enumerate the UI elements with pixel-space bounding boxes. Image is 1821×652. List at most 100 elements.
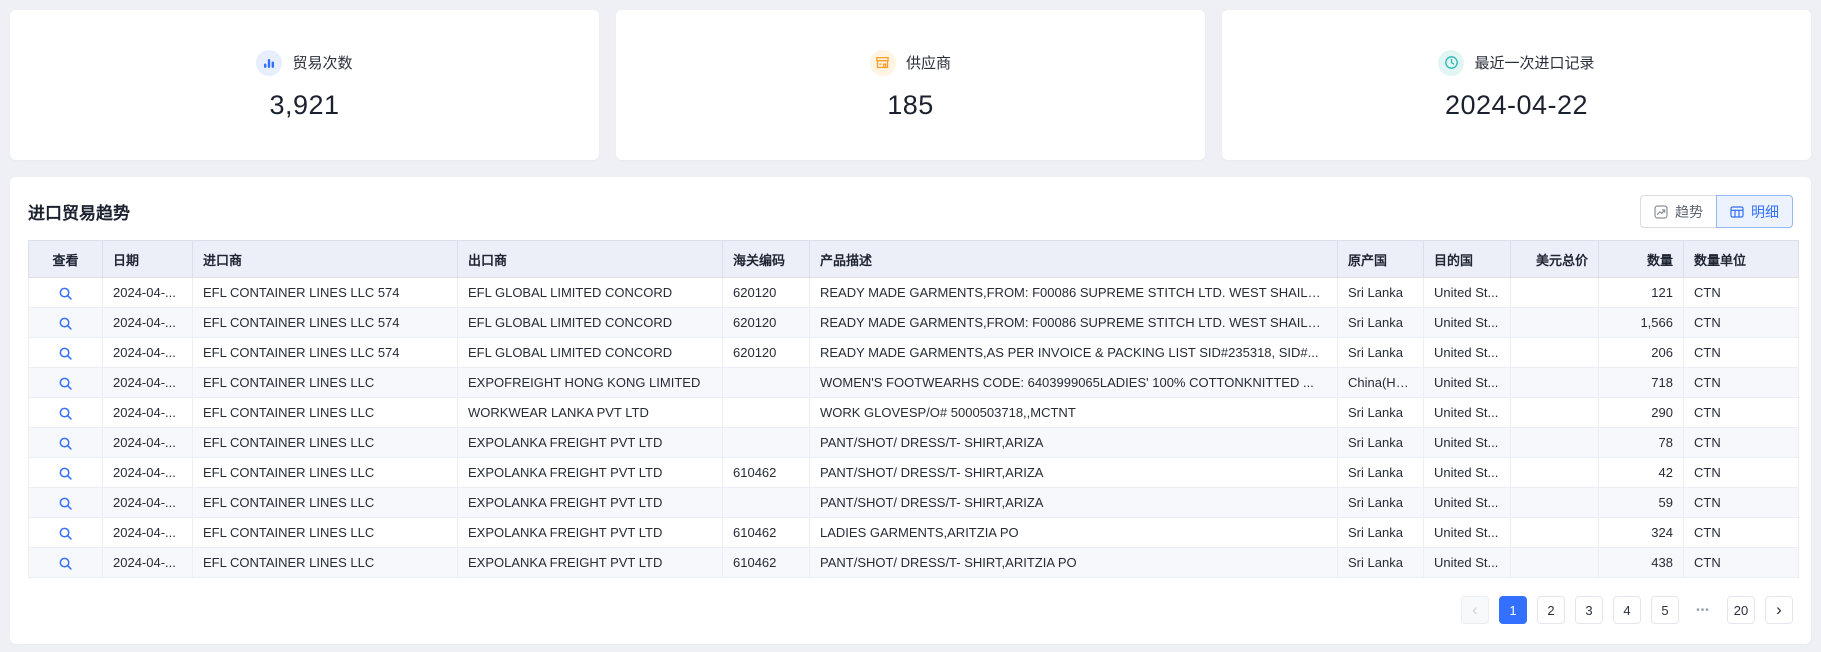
quantity-cell: 324 <box>1598 517 1684 548</box>
importer-cell: EFL CONTAINER LINES LLC 574 <box>192 307 458 338</box>
origin-cell: Sri Lanka <box>1337 517 1424 548</box>
next-page-button[interactable]: › <box>1765 596 1793 624</box>
magnifier-icon <box>59 467 72 480</box>
table-header-row: 查看 日期 进口商 出口商 海关编码 产品描述 原产国 目的国 美元总价 数量 … <box>28 240 1799 278</box>
description-cell: PANT/SHOT/ DRESS/T- SHIRT,ARIZA <box>809 427 1338 458</box>
view-detail-button[interactable] <box>28 307 103 338</box>
page-button-last[interactable]: 20 <box>1727 596 1755 624</box>
importer-cell: EFL CONTAINER LINES LLC <box>192 517 458 548</box>
exporter-cell: EFL GLOBAL LIMITED CONCORD <box>457 307 723 338</box>
description-cell: READY MADE GARMENTS,FROM: F00086 SUPREME… <box>809 277 1338 308</box>
hs-code-cell <box>722 397 810 428</box>
view-detail-button[interactable] <box>28 517 103 548</box>
description-cell: PANT/SHOT/ DRESS/T- SHIRT,ARIZA <box>809 487 1338 518</box>
card-label: 最近一次进口记录 <box>1474 55 1595 72</box>
hs-code-cell: 610462 <box>722 547 810 578</box>
date-cell: 2024-04-... <box>102 337 193 368</box>
exporter-cell: EFL GLOBAL LIMITED CONCORD <box>457 277 723 308</box>
table-grid-icon <box>1730 205 1744 219</box>
magnifier-icon <box>59 407 72 420</box>
usd-total-cell <box>1510 517 1599 548</box>
origin-cell: Sri Lanka <box>1337 397 1424 428</box>
quantity-cell: 121 <box>1598 277 1684 308</box>
origin-cell: Sri Lanka <box>1337 277 1424 308</box>
date-cell: 2024-04-... <box>102 547 193 578</box>
trend-tab-label: 趋势 <box>1675 203 1703 220</box>
detail-tab-label: 明细 <box>1751 203 1779 220</box>
unit-cell: CTN <box>1683 367 1799 398</box>
destination-cell: United St... <box>1423 517 1511 548</box>
usd-total-cell <box>1510 547 1599 578</box>
import-trend-panel: 进口贸易趋势 趋势 明细 查看 日期 进口商 出口商 海关编码 产品描述 原产国… <box>10 177 1811 644</box>
view-detail-button[interactable] <box>28 547 103 578</box>
importer-cell: EFL CONTAINER LINES LLC <box>192 547 458 578</box>
card-label: 供应商 <box>905 55 951 72</box>
destination-cell: United St... <box>1423 277 1511 308</box>
exporter-cell: EXPOLANKA FREIGHT PVT LTD <box>457 517 723 548</box>
column-header-importer: 进口商 <box>192 240 458 278</box>
exporter-cell: EXPOLANKA FREIGHT PVT LTD <box>457 457 723 488</box>
importer-cell: EFL CONTAINER LINES LLC 574 <box>192 277 458 308</box>
pagination: ‹ 1 2 3 4 5 ••• 20 › <box>28 596 1793 624</box>
view-detail-button[interactable] <box>28 427 103 458</box>
origin-cell: Sri Lanka <box>1337 547 1424 578</box>
importer-cell: EFL CONTAINER LINES LLC <box>192 367 458 398</box>
view-detail-button[interactable] <box>28 337 103 368</box>
page-button-5[interactable]: 5 <box>1651 596 1679 624</box>
column-header-view: 查看 <box>28 240 103 278</box>
card-value: 2024-04-22 <box>1444 89 1589 120</box>
table-body: 2024-04-... EFL CONTAINER LINES LLC 574 … <box>28 277 1799 578</box>
origin-cell: Sri Lanka <box>1337 457 1424 488</box>
detail-tab[interactable]: 明细 <box>1716 195 1793 228</box>
card-value: 3,921 <box>269 89 340 120</box>
view-detail-button[interactable] <box>28 487 103 518</box>
prev-page-button[interactable]: ‹ <box>1461 596 1489 624</box>
table-row: 2024-04-... EFL CONTAINER LINES LLC EXPO… <box>28 427 1799 458</box>
quantity-cell: 1,566 <box>1598 307 1684 338</box>
view-detail-button[interactable] <box>28 397 103 428</box>
magnifier-icon <box>59 437 72 450</box>
store-icon <box>869 49 896 76</box>
bar-chart-icon <box>256 49 283 76</box>
usd-total-cell <box>1510 397 1599 428</box>
usd-total-cell <box>1510 487 1599 518</box>
unit-cell: CTN <box>1683 517 1799 548</box>
table-row: 2024-04-... EFL CONTAINER LINES LLC EXPO… <box>28 487 1799 518</box>
card-label: 贸易次数 <box>292 55 353 72</box>
origin-cell: Sri Lanka <box>1337 307 1424 338</box>
origin-cell: Sri Lanka <box>1337 337 1424 368</box>
trend-tab[interactable]: 趋势 <box>1640 195 1716 228</box>
table-row: 2024-04-... EFL CONTAINER LINES LLC EXPO… <box>28 517 1799 548</box>
magnifier-icon <box>59 377 72 390</box>
hs-code-cell <box>722 367 810 398</box>
column-header-quantity: 数量 <box>1598 240 1684 278</box>
page-button-3[interactable]: 3 <box>1575 596 1603 624</box>
description-cell: READY MADE GARMENTS,AS PER INVOICE & PAC… <box>809 337 1338 368</box>
usd-total-cell <box>1510 277 1599 308</box>
hs-code-cell: 620120 <box>722 277 810 308</box>
date-cell: 2024-04-... <box>102 427 193 458</box>
destination-cell: United St... <box>1423 427 1511 458</box>
description-cell: WORK GLOVESP/O# 5000503718,,MCTNT <box>809 397 1338 428</box>
card-value: 185 <box>887 89 934 120</box>
destination-cell: United St... <box>1423 337 1511 368</box>
page-button-1[interactable]: 1 <box>1499 596 1527 624</box>
table-row: 2024-04-... EFL CONTAINER LINES LLC EXPO… <box>28 457 1799 488</box>
usd-total-cell <box>1510 427 1599 458</box>
column-header-hs-code: 海关编码 <box>722 240 810 278</box>
exporter-cell: EXPOLANKA FREIGHT PVT LTD <box>457 547 723 578</box>
view-detail-button[interactable] <box>28 277 103 308</box>
view-detail-button[interactable] <box>28 367 103 398</box>
view-detail-button[interactable] <box>28 457 103 488</box>
view-toggle: 趋势 明细 <box>1640 195 1793 228</box>
destination-cell: United St... <box>1423 397 1511 428</box>
exporter-cell: WORKWEAR LANKA PVT LTD <box>457 397 723 428</box>
usd-total-cell <box>1510 307 1599 338</box>
destination-cell: United St... <box>1423 547 1511 578</box>
exporter-cell: EXPOLANKA FREIGHT PVT LTD <box>457 427 723 458</box>
date-cell: 2024-04-... <box>102 367 193 398</box>
quantity-cell: 78 <box>1598 427 1684 458</box>
panel-header: 进口贸易趋势 趋势 明细 <box>28 195 1793 228</box>
page-button-4[interactable]: 4 <box>1613 596 1641 624</box>
page-button-2[interactable]: 2 <box>1537 596 1565 624</box>
